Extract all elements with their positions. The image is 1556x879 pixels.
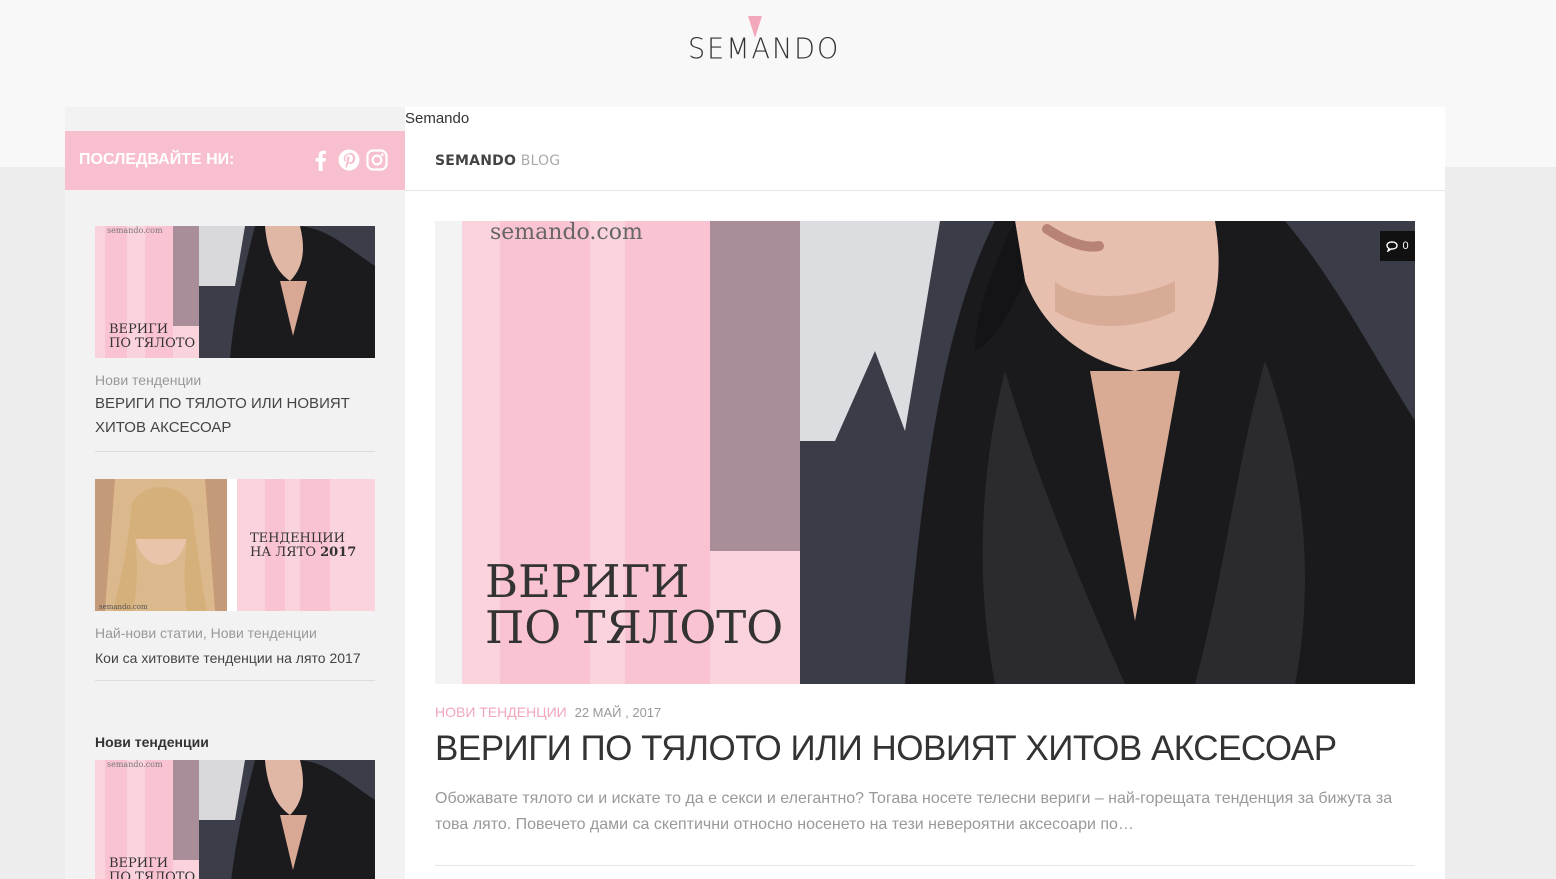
nav-item-bold: SEMANDO: [435, 153, 517, 169]
thumb-caption-line2: ПО ТЯЛОТО: [109, 336, 195, 351]
nav-item-light: BLOG: [516, 153, 561, 169]
comments-icon: [1386, 240, 1399, 252]
logo-text: SEMANDO: [688, 33, 841, 66]
thumb-watermark: semando.com: [107, 760, 163, 769]
thumb-watermark: semando.com: [99, 603, 148, 611]
sidebar-post-categories[interactable]: Нови тенденции: [95, 372, 201, 388]
widget-title: Нови тенденции: [95, 734, 209, 750]
sidebar-post-title[interactable]: ВЕРИГИ ПО ТЯЛОТО ИЛИ НОВИЯТ ХИТОВ АКСЕСО…: [95, 392, 375, 440]
thumb-caption-line2: ПО ТЯЛОТО: [109, 870, 195, 879]
divider: [435, 865, 1415, 866]
thumb-caption-line1: ТЕНДЕНЦИИ: [250, 531, 345, 546]
comment-count: 0: [1402, 240, 1409, 252]
facebook-icon[interactable]: [307, 146, 335, 174]
follow-bar: ПОСЛЕДВАЙТЕ НИ:: [65, 131, 405, 190]
divider: [95, 451, 375, 452]
thumb-watermark: semando.com: [107, 226, 163, 235]
thumb-caption-line2: НА ЛЯТО 2017: [250, 545, 356, 560]
sidebar-post-thumbnail[interactable]: semando.com ВЕРИГИ ПО ТЯЛОТО: [95, 226, 375, 358]
featured-image[interactable]: semando.com ВЕРИГИ ПО ТЯЛОТО 0: [435, 221, 1415, 684]
instagram-icon[interactable]: [363, 146, 391, 174]
post-category[interactable]: НОВИ ТЕНДЕНЦИИ: [435, 704, 567, 720]
nav-item-semando-blog[interactable]: SEMANDO BLOG: [435, 153, 560, 169]
post-date: 22 МАЙ , 2017: [574, 705, 662, 720]
pinterest-icon[interactable]: [335, 146, 363, 174]
divider: [95, 680, 375, 681]
comment-count-badge[interactable]: 0: [1380, 231, 1415, 261]
post-title[interactable]: ВЕРИГИ ПО ТЯЛОТО ИЛИ НОВИЯТ ХИТОВ АКСЕСО…: [435, 729, 1337, 769]
sidebar-post-title[interactable]: Кои са хитовите тенденции на лято 2017: [95, 646, 375, 670]
nav-bar: SEMANDO BLOG: [405, 137, 1445, 191]
widget-post-thumbnail[interactable]: semando.com ВЕРИГИ ПО ТЯЛОТО: [95, 760, 375, 879]
featured-watermark: semando.com: [490, 221, 643, 245]
post-meta: НОВИ ТЕНДЕНЦИИ 22 МАЙ , 2017: [435, 704, 661, 720]
sidebar-post-thumbnail[interactable]: semando.com ТЕНДЕНЦИИ НА ЛЯТО 2017: [95, 479, 375, 611]
site-label: Semando: [405, 110, 470, 127]
sidebar-post-categories[interactable]: Най-нови статии, Нови тенденции: [95, 625, 317, 641]
site-logo[interactable]: SEMANDO: [688, 16, 841, 72]
thumb-caption-line1: ВЕРИГИ: [109, 856, 168, 871]
post-excerpt: Обожавате тялото си и искате то да е сек…: [435, 790, 1393, 833]
sidebar: ПОСЛЕДВАЙТЕ НИ: semando.com ВЕРИГИ ПО ТЯ…: [65, 107, 405, 879]
main-content: Semando SEMANDO BLOG semando.com ВЕРИГИ …: [405, 107, 1445, 879]
thumb-caption-line1: ВЕРИГИ: [109, 322, 168, 337]
follow-label: ПОСЛЕДВАЙТЕ НИ:: [79, 151, 235, 168]
featured-caption-line2: ПО ТЯЛОТО: [485, 601, 783, 654]
